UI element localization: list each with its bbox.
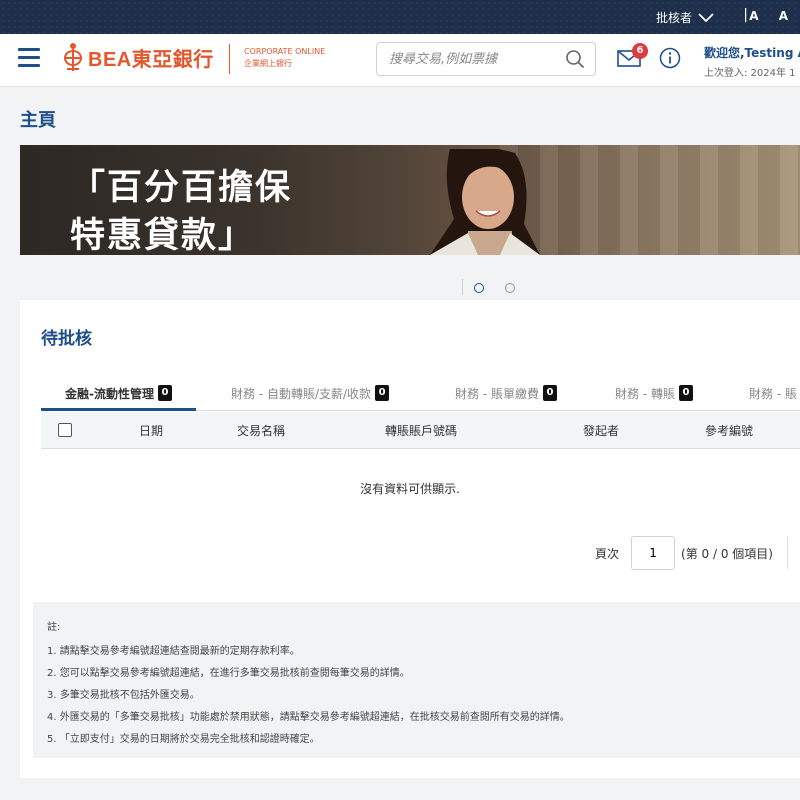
column-initiator[interactable]: 發起者 (583, 422, 619, 439)
role-label: 批核者 (655, 11, 692, 25)
tab-label: 財務 - 轉賬 (615, 386, 675, 401)
note-item: 4. 外匯交易的「多筆交易批核」功能處於禁用狀態，請點擊交易參考編號超連結，在批… (47, 712, 570, 723)
pagination: 頁次 (第 0 / 0 個項目) K (595, 536, 800, 570)
column-account-number[interactable]: 轉賬賬戶號碼 (385, 422, 457, 439)
banner-person-image (430, 149, 540, 255)
tab-more[interactable]: 財務 - 賬 (749, 378, 797, 408)
carousel-dot-2[interactable] (505, 283, 515, 293)
corp-line-2: 企業網上銀行 (244, 59, 292, 68)
carousel-divider (462, 279, 463, 295)
page-summary: (第 0 / 0 個項目) (681, 546, 773, 561)
tab-autopay-payroll[interactable]: 財務 - 自動轉賬/支薪/收款 0 (231, 378, 390, 408)
pending-approval-panel: 待批核 金融-流動性管理 0 財務 - 自動轉賬/支薪/收款 0 財務 - 賬單… (20, 300, 800, 778)
corp-line-1: CORPORATE ONLINE (244, 47, 326, 56)
topbar-separator: | (743, 7, 748, 23)
logo-divider (229, 44, 230, 74)
tab-label: 金融-流動性管理 (65, 386, 154, 401)
search-box (376, 42, 596, 76)
info-icon[interactable] (659, 47, 681, 69)
header: BEA東亞銀行 CORPORATE ONLINE 企業網上銀行 6 歡迎您,Te… (0, 34, 800, 87)
table-header: 日期 交易名稱 轉賬賬戶號碼 發起者 參考編號 (41, 412, 800, 449)
tab-count-badge: 0 (678, 385, 693, 401)
column-transaction-name[interactable]: 交易名稱 (237, 422, 285, 439)
page-title: 主頁 (20, 110, 56, 131)
category-tabs: 金融-流動性管理 0 財務 - 自動轉賬/支薪/收款 0 財務 - 賬單繳費 0… (41, 378, 800, 411)
page-label: 頁次 (595, 546, 620, 561)
select-all-checkbox[interactable] (58, 423, 72, 437)
bea-logo[interactable]: BEA東亞銀行 (62, 42, 214, 72)
empty-table-message: 沒有資料可供顯示. (360, 482, 460, 496)
welcome-text[interactable]: 歡迎您,Testing AI (704, 44, 800, 61)
tab-label: 財務 - 賬 (749, 386, 797, 401)
chevron-down-icon (698, 12, 714, 22)
bea-emblem-icon (64, 43, 82, 71)
pending-title: 待批核 (41, 329, 92, 349)
page-number-input[interactable] (631, 536, 676, 570)
tab-bill-payment[interactable]: 財務 - 賬單繳費 0 (455, 378, 557, 408)
notes-heading: 註: (47, 622, 61, 633)
note-item: 2. 您可以點擊交易參考編號超連結，在進行多筆交易批核前查閱每筆交易的詳情。 (47, 668, 410, 679)
last-login-text: 上次登入: 2024年 1 (704, 68, 796, 79)
promo-banner[interactable]: 「百分百擔保 特惠貸款」 (20, 145, 800, 255)
tab-transfer[interactable]: 財務 - 轉賬 0 (615, 378, 693, 408)
search-input[interactable] (387, 43, 561, 75)
role-selector[interactable]: 批核者 (656, 9, 714, 26)
tab-liquidity-management[interactable]: 金融-流動性管理 0 (41, 378, 196, 411)
column-date[interactable]: 日期 (139, 422, 163, 439)
tab-count-badge: 0 (375, 385, 390, 401)
pager-divider (786, 537, 788, 569)
mail-count-badge: 6 (632, 43, 648, 59)
font-size-toggle[interactable]: A A (749, 9, 796, 23)
column-reference-number[interactable]: 參考編號 (705, 422, 753, 439)
tab-count-badge: 0 (157, 385, 172, 401)
tab-label: 財務 - 自動轉賬/支薪/收款 (231, 386, 372, 401)
tab-count-badge: 0 (542, 385, 557, 401)
banner-headline-2: 特惠貸款」 (70, 216, 256, 255)
search-icon[interactable] (565, 49, 585, 69)
note-item: 1. 請點擊交易參考編號超連結查閱最新的定期存款利率。 (47, 646, 300, 657)
top-bar: 批核者 | A A (0, 0, 800, 34)
notes-box: 註: 1. 請點擊交易參考編號超連結查閱最新的定期存款利率。 2. 您可以點擊交… (33, 602, 800, 758)
note-item: 5. 「立即支付」交易的日期將於交易完全批核和認證時確定。 (47, 734, 320, 745)
logo-text: BEA東亞銀行 (88, 48, 214, 71)
carousel-dot-1[interactable] (474, 283, 484, 293)
menu-icon[interactable] (18, 48, 40, 68)
banner-headline-1: 「百分百擔保 (70, 168, 293, 208)
note-item: 3. 多筆交易批核不包括外匯交易。 (47, 690, 200, 701)
corporate-online-label: CORPORATE ONLINE 企業網上銀行 (244, 46, 325, 70)
tab-label: 財務 - 賬單繳費 (455, 386, 539, 401)
